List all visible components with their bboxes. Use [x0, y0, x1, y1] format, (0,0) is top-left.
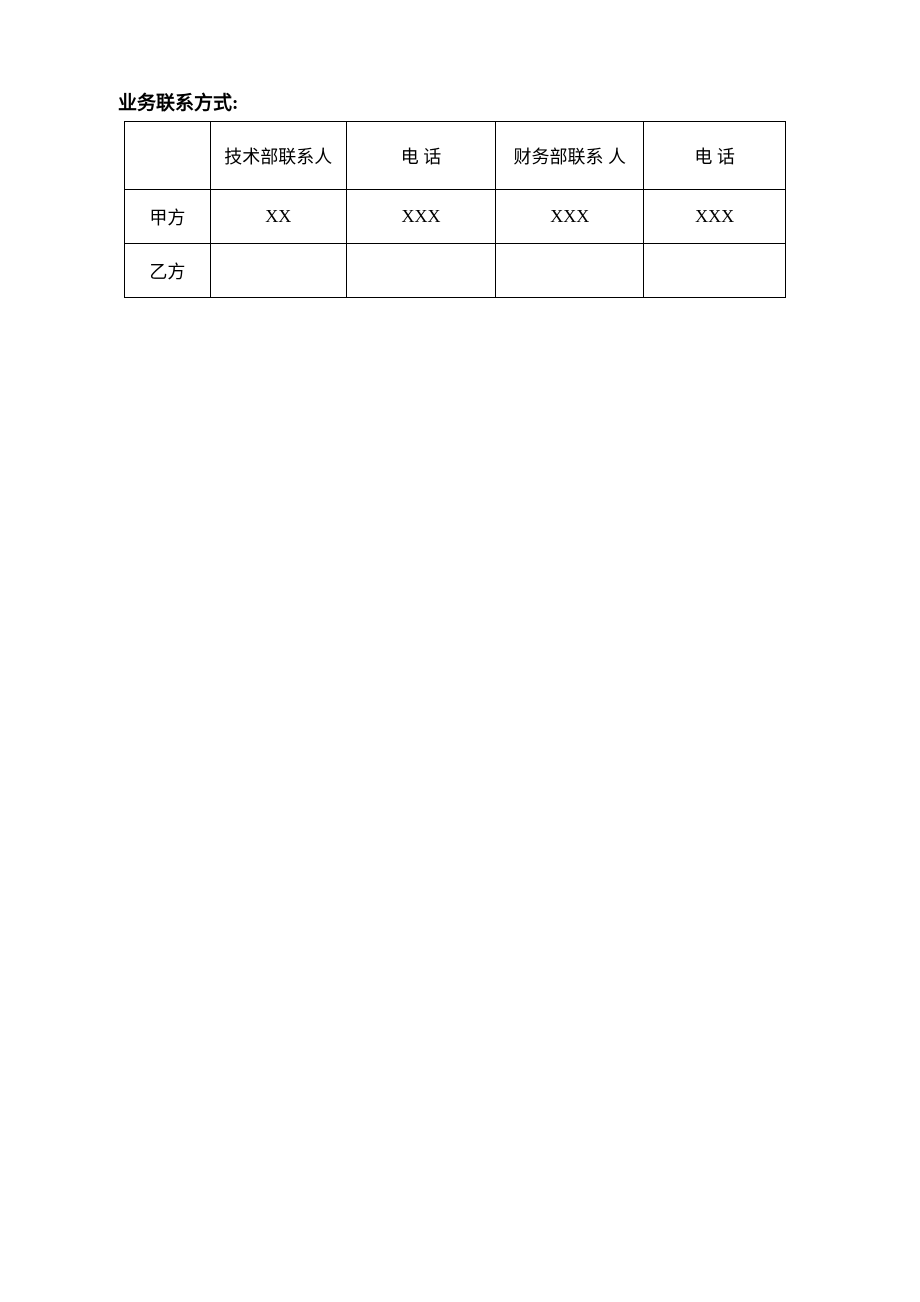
header-tech-phone: 电 话	[346, 122, 496, 190]
row-label-party-a: 甲方	[125, 190, 211, 244]
cell-party-a-tech-contact: XX	[210, 190, 346, 244]
header-finance-phone: 电 话	[644, 122, 786, 190]
table-header-row: 技术部联系人 电 话 财务部联系 人 电 话	[125, 122, 786, 190]
header-finance-contact: 财务部联系 人	[496, 122, 644, 190]
cell-party-a-finance-phone: XXX	[644, 190, 786, 244]
table-row: 甲方 XX XXX XXX XXX	[125, 190, 786, 244]
table-row: 乙方	[125, 244, 786, 298]
cell-party-a-finance-contact: XXX	[496, 190, 644, 244]
cell-party-a-tech-phone: XXX	[346, 190, 496, 244]
cell-party-b-tech-contact	[210, 244, 346, 298]
header-empty	[125, 122, 211, 190]
contact-table: 技术部联系人 电 话 财务部联系 人 电 话 甲方 XX XXX XXX XXX…	[124, 121, 786, 298]
header-tech-contact: 技术部联系人	[210, 122, 346, 190]
cell-party-b-finance-contact	[496, 244, 644, 298]
cell-party-b-tech-phone	[346, 244, 496, 298]
cell-party-b-finance-phone	[644, 244, 786, 298]
row-label-party-b: 乙方	[125, 244, 211, 298]
section-title: 业务联系方式:	[118, 88, 802, 115]
